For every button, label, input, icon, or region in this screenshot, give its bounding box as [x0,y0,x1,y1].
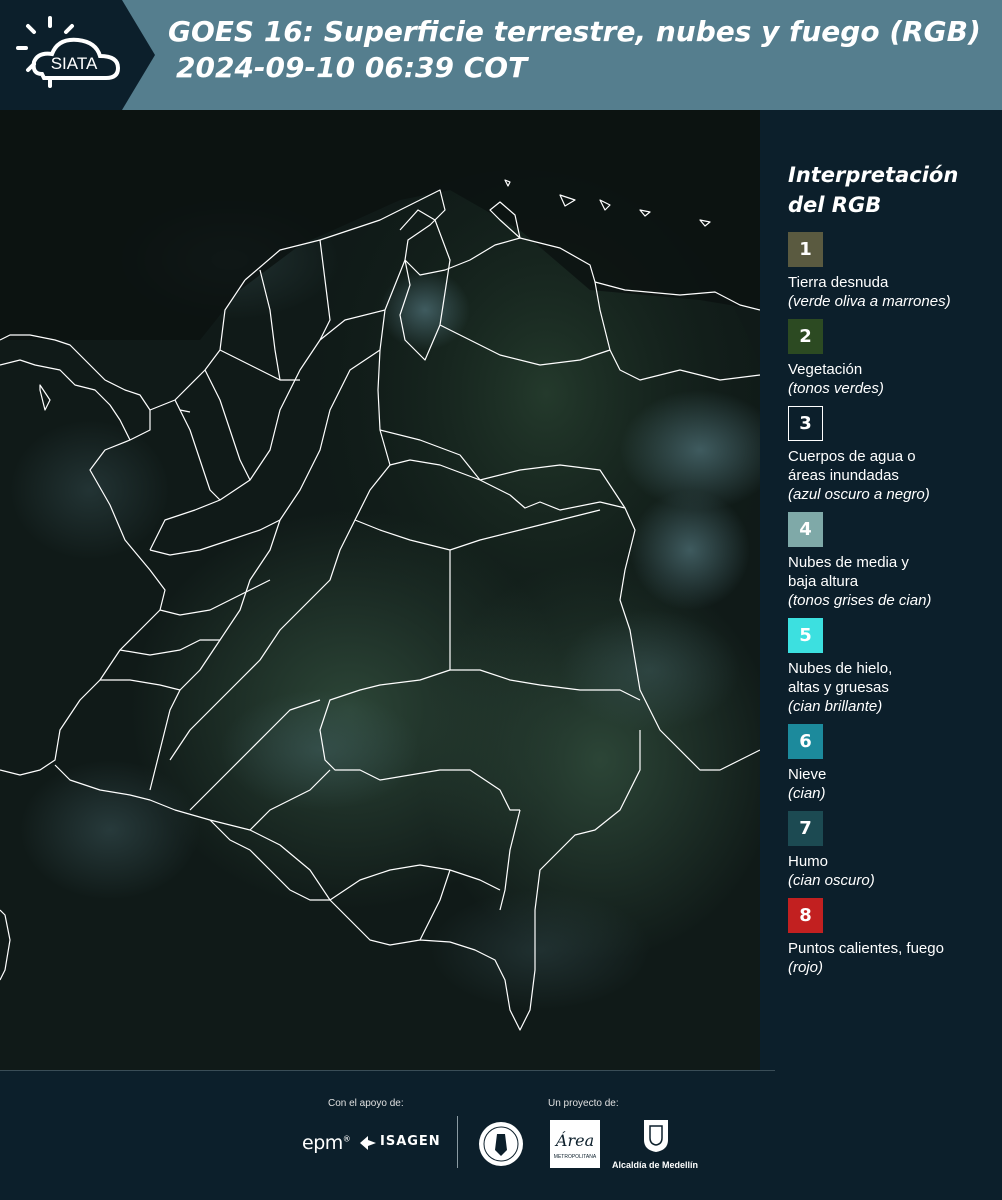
legend-desc: (azul oscuro a negro) [788,486,930,503]
legend-label: Nubes de media y baja altura [788,554,909,590]
legend-desc: (cian oscuro) [788,872,875,889]
emblem-logo [479,1122,523,1166]
epm-logo-text: epm [302,1132,343,1154]
epm-logo: epm® [302,1132,351,1154]
support-label: Con el apoyo de: [328,1098,404,1109]
legend-label: Puntos calientes, fuego [788,940,944,957]
legend-swatch: 5 [788,618,823,653]
legend-swatch: 6 [788,724,823,759]
legend-desc: (cian) [788,785,826,802]
legend-item-bare-land: 1 Tierra desnuda (verde oliva a marrones… [788,232,993,311]
legend-item-snow: 6 Nieve (cian) [788,724,993,803]
legend-swatch: 2 [788,319,823,354]
logo-block: SIATA [0,0,155,110]
siata-logo: SIATA [16,16,121,88]
legend-item-low-clouds: 4 Nubes de media y baja altura (tonos gr… [788,512,993,610]
isagen-logo: ISAGEN [380,1134,441,1149]
legend-item-fire: 8 Puntos calientes, fuego (rojo) [788,898,993,977]
legend-desc: (tonos grises de cian) [788,592,932,609]
satellite-map [0,110,760,1070]
legend-desc: (tonos verdes) [788,380,884,397]
legend-label: Nubes de hielo, altas y gruesas [788,660,893,696]
footer: Con el apoyo de: Un proyecto de: epm® IS… [0,1070,1002,1200]
legend-swatch: 8 [788,898,823,933]
title-timestamp: 2024-09-10 06:39 COT [176,51,528,84]
footer-vertical-divider [457,1116,458,1168]
alcaldia-shield-icon [644,1120,668,1152]
legend-label: Vegetación [788,361,863,378]
legend-item-vegetation: 2 Vegetación (tonos verdes) [788,319,993,398]
legend-label: Cuerpos de agua o áreas inundadas [788,448,916,484]
svg-text:Área: Área [554,1130,594,1150]
legend-swatch: 3 [788,406,823,441]
legend-title-line1: Interpretación [788,163,959,187]
legend-item-smoke: 7 Humo (cian oscuro) [788,811,993,890]
legend-desc: (rojo) [788,959,824,976]
page-title: GOES 16: Superficie terrestre, nubes y f… [168,14,998,86]
legend-desc: (verde oliva a marrones) [788,293,951,310]
footer-divider-line [0,1070,775,1071]
legend-title: Interpretación del RGB [788,160,993,220]
legend-title-line2: del RGB [788,193,882,217]
legend-swatch: 1 [788,232,823,267]
legend-label: Nieve [788,766,827,783]
legend-label: Humo [788,853,829,870]
alcaldia-logo-text: Alcaldía de Medellín [612,1160,699,1170]
legend-desc: (cian brillante) [788,698,883,715]
satellite-image [0,110,760,1070]
isagen-icon [360,1136,376,1150]
project-label: Un proyecto de: [548,1098,619,1109]
title-main: GOES 16: Superficie terrestre, nubes y f… [168,15,981,48]
legend-swatch: 7 [788,811,823,846]
legend-item-ice-clouds: 5 Nubes de hielo, altas y gruesas (cian … [788,618,993,716]
legend-item-water: 3 Cuerpos de agua o áreas inundadas (azu… [788,406,993,504]
rgb-legend: Interpretación del RGB 1 Tierra desnuda … [788,160,993,985]
logo-text: SIATA [51,54,98,73]
area-metropolitana-logo: Área METROPOLITANA [550,1120,600,1168]
legend-swatch: 4 [788,512,823,547]
header-bar: SIATA GOES 16: Superficie terrestre, nub… [0,0,1002,110]
svg-text:METROPOLITANA: METROPOLITANA [554,1154,597,1160]
legend-label: Tierra desnuda [788,274,889,291]
